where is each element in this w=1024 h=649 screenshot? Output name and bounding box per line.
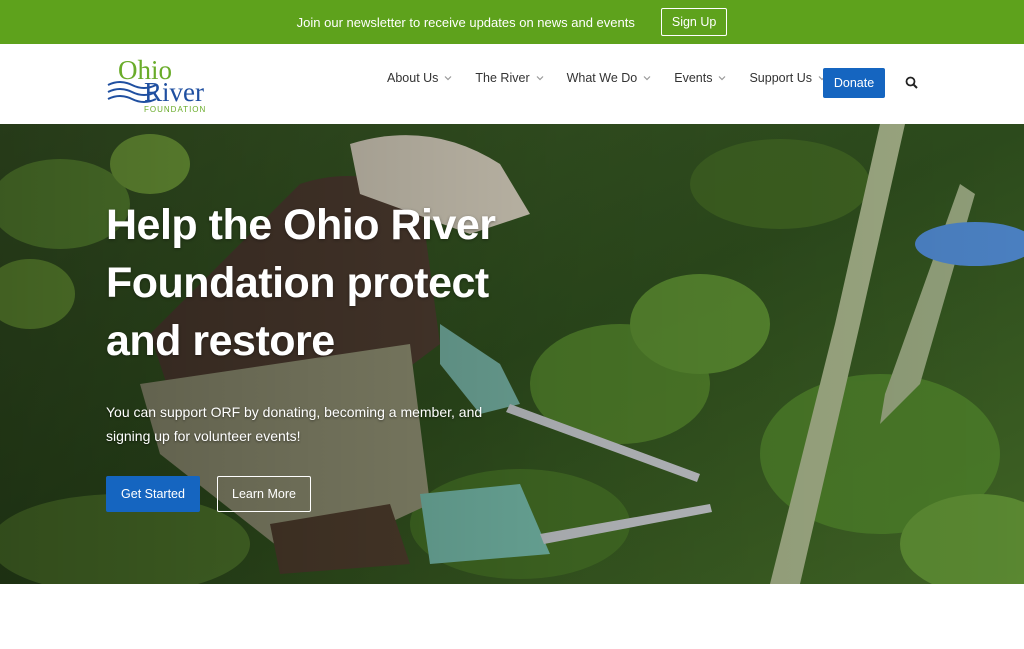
donate-button[interactable]: Donate xyxy=(823,68,885,98)
logo-line2: River xyxy=(144,77,204,107)
nav-events[interactable]: Events xyxy=(674,71,726,85)
learn-more-button[interactable]: Learn More xyxy=(217,476,311,512)
chevron-down-icon xyxy=(643,76,651,81)
nav-label: About Us xyxy=(387,71,439,85)
hero-title: Help the Ohio River Foundation protect a… xyxy=(106,201,496,365)
site-header: Ohio River FOUNDATION About Us The River… xyxy=(0,44,1024,124)
hero-section: Help the Ohio River Foundation protect a… xyxy=(0,124,1024,584)
newsletter-message: Join our newsletter to receive updates o… xyxy=(296,14,635,30)
nav-label: Support Us xyxy=(749,71,812,85)
logo-line3: FOUNDATION xyxy=(144,105,206,114)
nav-label: What We Do xyxy=(566,71,638,85)
nav-label: Events xyxy=(674,71,713,85)
main-nav: About Us The River What We Do Events Sup… xyxy=(387,71,849,85)
nav-support-us[interactable]: Support Us xyxy=(749,71,826,85)
chevron-down-icon xyxy=(719,76,726,81)
nav-what-we-do[interactable]: What We Do xyxy=(567,71,652,85)
hero-subtitle: You can support ORF by donating, becomin… xyxy=(106,404,483,444)
chevron-down-icon xyxy=(444,76,452,81)
nav-about-us[interactable]: About Us xyxy=(387,71,452,85)
nav-label: The River xyxy=(475,71,530,85)
get-started-button[interactable]: Get Started xyxy=(106,476,200,512)
chevron-down-icon xyxy=(536,76,544,81)
search-icon[interactable] xyxy=(905,76,918,89)
newsletter-bar: Join our newsletter to receive updates o… xyxy=(0,0,1024,44)
ohio-river-foundation-logo[interactable]: Ohio River FOUNDATION xyxy=(106,53,226,115)
signup-button[interactable]: Sign Up xyxy=(660,8,728,36)
nav-the-river[interactable]: The River xyxy=(475,71,544,85)
